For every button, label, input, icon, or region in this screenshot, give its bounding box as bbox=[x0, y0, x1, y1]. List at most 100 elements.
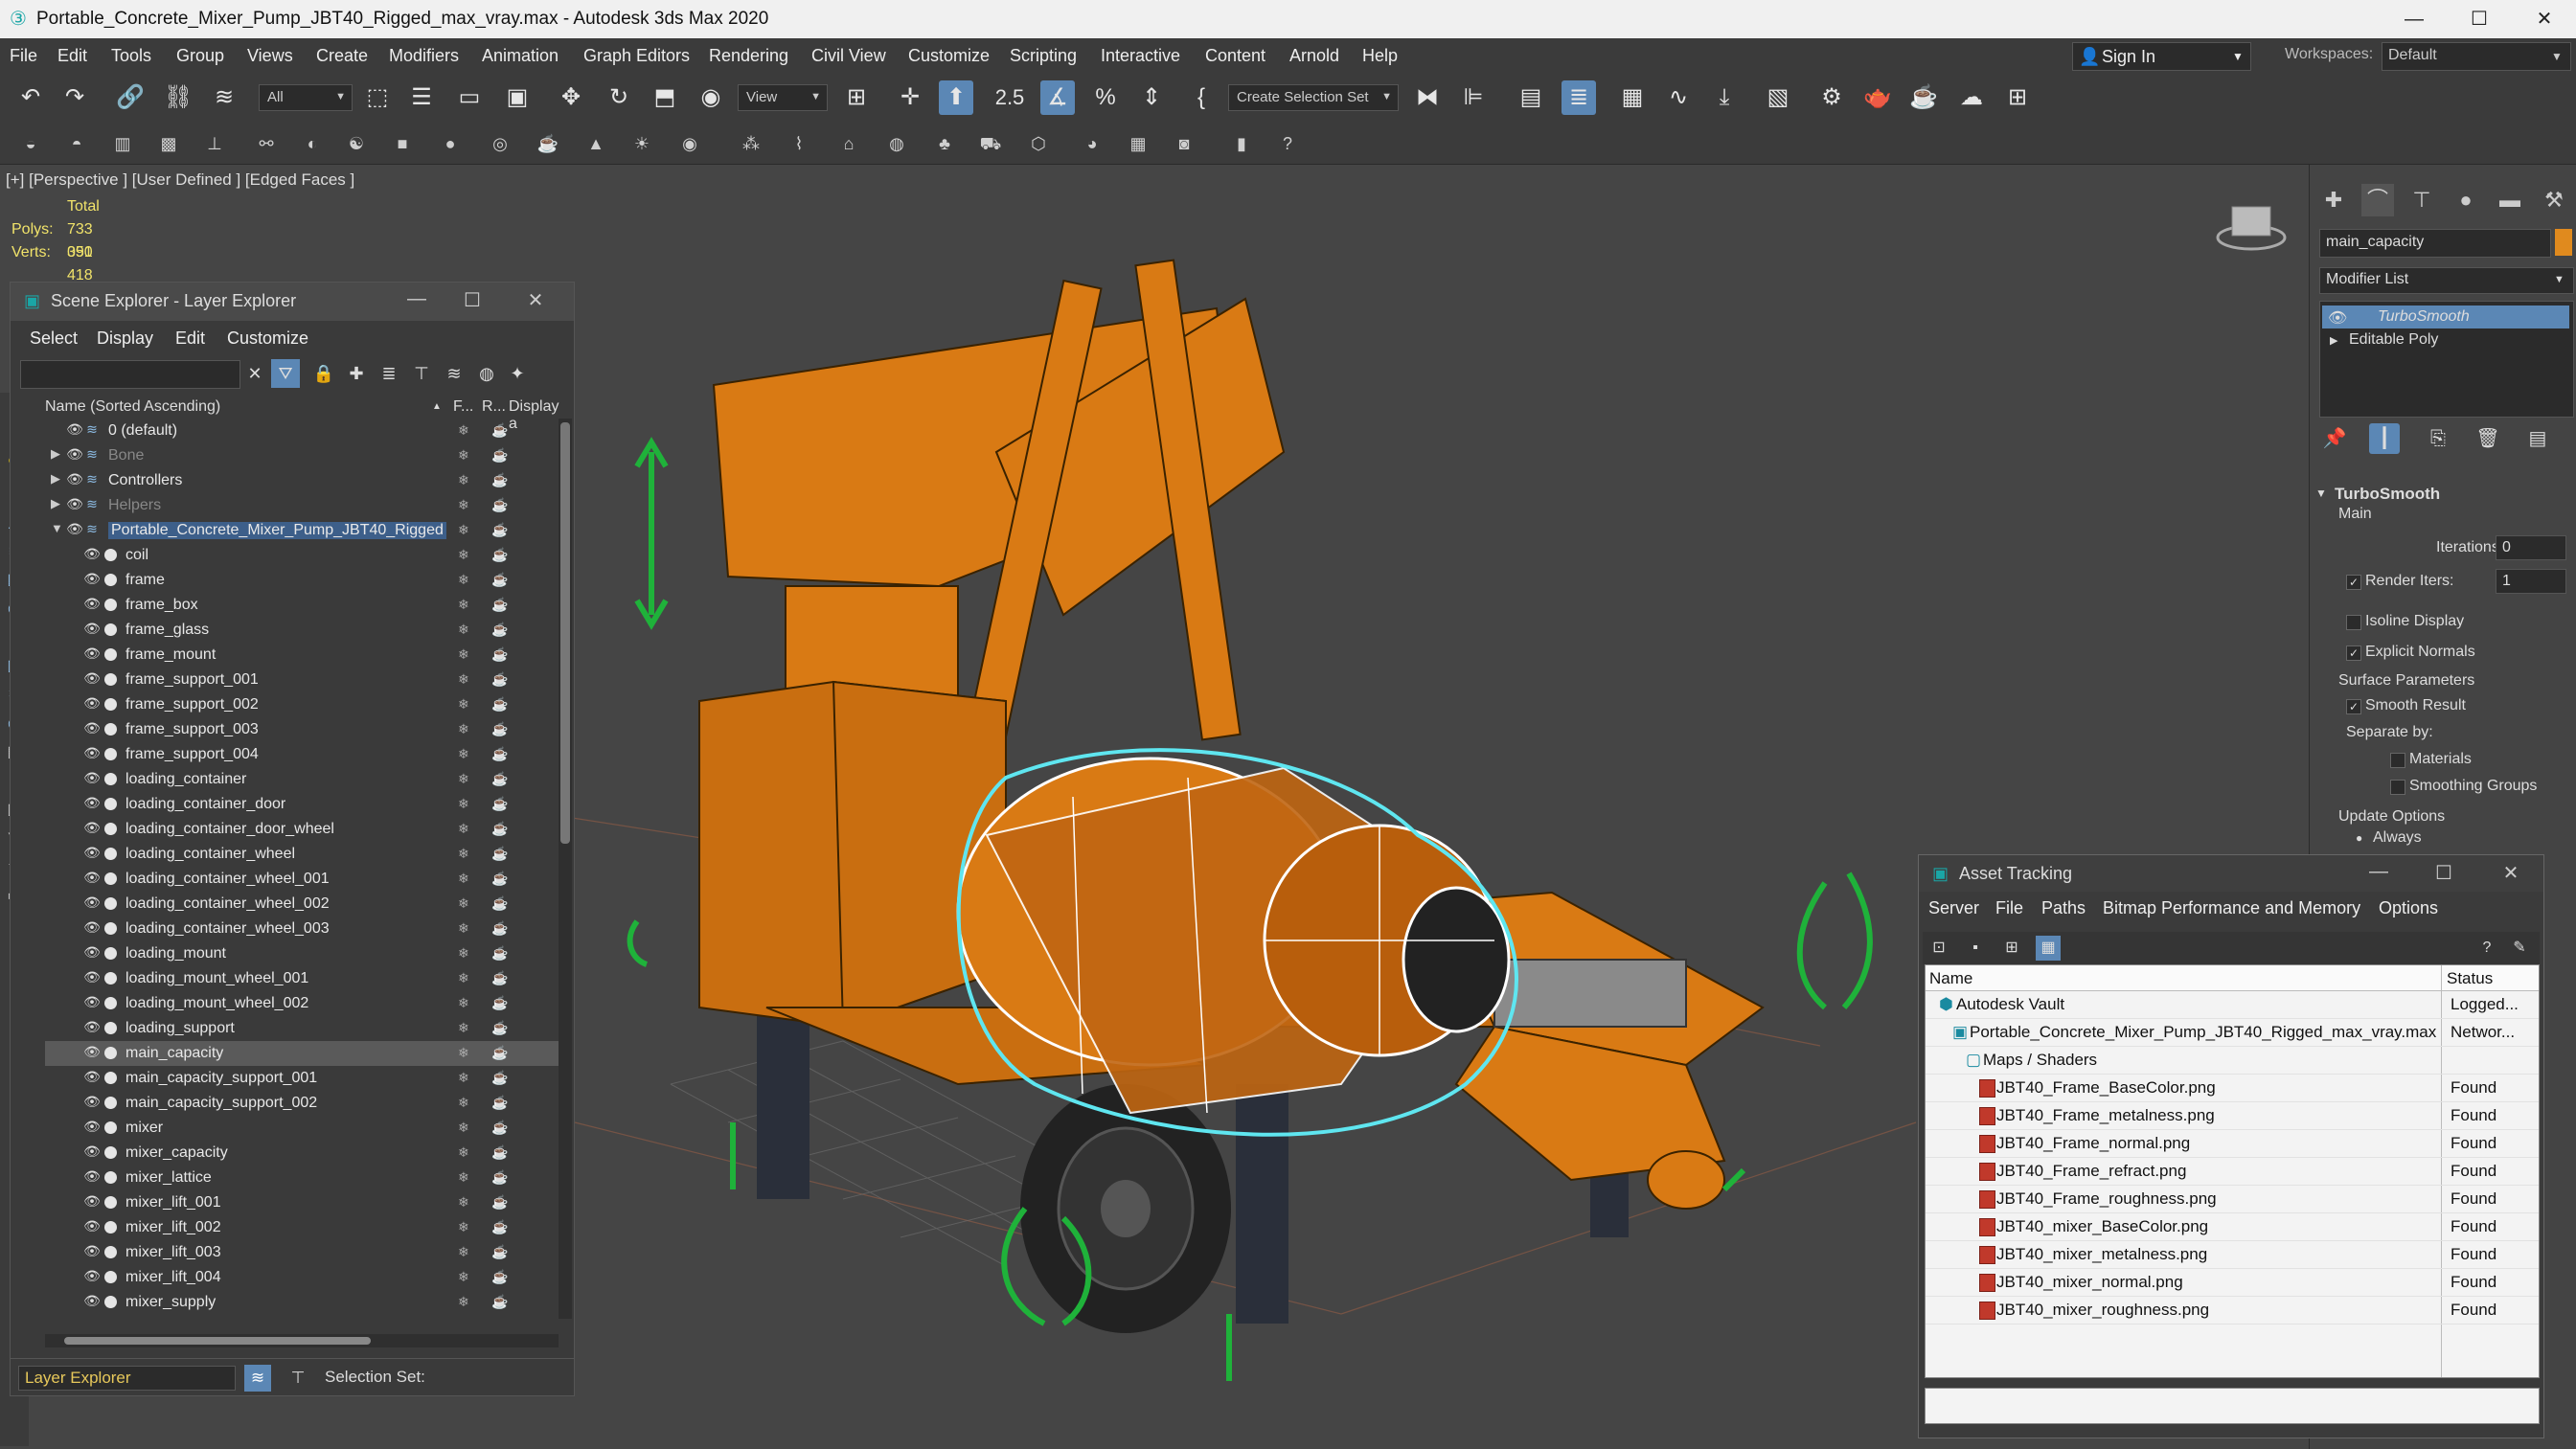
render-teapot-icon[interactable]: ☕ bbox=[491, 1095, 508, 1111]
clear-search-icon[interactable]: ✕ bbox=[240, 359, 269, 388]
mirror-icon[interactable]: ⧓ bbox=[1410, 80, 1445, 115]
eye-icon[interactable]: 👁 bbox=[83, 770, 101, 786]
toggle-ribbon-icon[interactable]: ▦ bbox=[1615, 80, 1650, 115]
eye-icon[interactable]: 👁 bbox=[83, 1193, 101, 1210]
render-teapot-icon[interactable]: ☕ bbox=[491, 671, 508, 688]
eye-icon[interactable]: 👁 bbox=[66, 471, 83, 487]
close-button[interactable]: ✕ bbox=[2516, 4, 2573, 34]
render-teapot-icon[interactable]: ☕ bbox=[491, 1144, 508, 1161]
freeze-icon[interactable]: ❄ bbox=[458, 1045, 469, 1061]
bind-space-warp-icon[interactable]: ≋ bbox=[207, 80, 241, 115]
asset-row[interactable]: JBT40_Frame_metalness.png Found bbox=[1926, 1101, 2539, 1130]
sign-in-dropdown[interactable]: 👤 Sign In ▼ bbox=[2072, 42, 2251, 71]
se-search-input[interactable] bbox=[20, 360, 240, 389]
column-render-header[interactable]: R... bbox=[482, 398, 506, 416]
eye-icon[interactable]: 👁 bbox=[83, 1143, 101, 1160]
named-selection-set-dropdown[interactable]: Create Selection Set ▼ bbox=[1228, 84, 1399, 111]
expand-icon[interactable]: ▼ bbox=[51, 521, 63, 535]
asset-row[interactable]: JBT40_Frame_normal.png Found bbox=[1926, 1129, 2539, 1158]
eye-icon[interactable]: 👁 bbox=[66, 446, 83, 463]
render-setup-icon[interactable]: ⚙ bbox=[1814, 80, 1849, 115]
render-teapot-icon[interactable]: ☕ bbox=[491, 945, 508, 962]
eye-icon[interactable]: 👁 bbox=[83, 1243, 101, 1259]
menu-interactive[interactable]: Interactive bbox=[1101, 46, 1180, 66]
eye-icon[interactable]: 👁 bbox=[83, 745, 101, 761]
freeze-icon[interactable]: ❄ bbox=[458, 821, 469, 837]
select-manipulate-icon[interactable]: ✛ bbox=[893, 80, 927, 115]
material-sphere-icon[interactable]: ◉ bbox=[676, 130, 703, 157]
smooth-result-checkbox[interactable]: ✓ bbox=[2346, 699, 2361, 714]
eye-icon[interactable]: 👁 bbox=[83, 1044, 101, 1060]
minimize-button[interactable]: — bbox=[2385, 4, 2443, 34]
object-row[interactable]: 👁 loading_mount_wheel_001 ❄ ☕ bbox=[45, 966, 562, 991]
light-icon[interactable]: ■ bbox=[389, 130, 416, 157]
render-teapot-icon[interactable]: ☕ bbox=[491, 1219, 508, 1235]
keyboard-shortcut-override-icon[interactable]: ⬆ bbox=[939, 80, 973, 115]
eye-icon[interactable]: 👁 bbox=[83, 1119, 101, 1135]
at-menu-server[interactable]: Server bbox=[1928, 898, 1979, 918]
name-column-header[interactable]: Name bbox=[1929, 969, 1972, 988]
viewport-shading-icon[interactable]: ◒ bbox=[17, 130, 44, 157]
object-row[interactable]: 👁 loading_container_wheel_002 ❄ ☕ bbox=[45, 892, 562, 917]
freeze-icon[interactable]: ❄ bbox=[458, 497, 469, 513]
smoothing-groups-checkbox[interactable] bbox=[2390, 780, 2405, 795]
hierarchy-tab-icon[interactable]: ⊤ bbox=[2405, 184, 2438, 216]
object-row[interactable]: 👁 mixer ❄ ☕ bbox=[45, 1116, 562, 1141]
asset-path-field[interactable] bbox=[1925, 1388, 2540, 1424]
unlink-icon[interactable]: ⛓ bbox=[161, 80, 195, 115]
cloth-icon[interactable]: ⌂ bbox=[835, 130, 862, 157]
object-row[interactable]: 👁 mixer_supply ❄ ☕ bbox=[45, 1290, 562, 1315]
a360-gallery-icon[interactable]: ⊞ bbox=[2000, 80, 2035, 115]
freeze-icon[interactable]: ❄ bbox=[458, 945, 469, 962]
freeze-icon[interactable]: ❄ bbox=[458, 1120, 469, 1136]
teapot-icon[interactable]: ◓ bbox=[63, 130, 90, 157]
object-color-swatch[interactable] bbox=[2555, 229, 2572, 256]
rectangular-selection-icon[interactable]: ▭ bbox=[452, 80, 487, 115]
render-teapot-icon[interactable]: ☕ bbox=[491, 920, 508, 937]
render-teapot-icon[interactable]: ☕ bbox=[491, 646, 508, 663]
eye-icon[interactable]: 👁 bbox=[83, 870, 101, 886]
object-row[interactable]: 👁 loading_container_wheel ❄ ☕ bbox=[45, 842, 562, 867]
torus-icon[interactable]: ◎ bbox=[487, 130, 513, 157]
render-teapot-icon[interactable]: ☕ bbox=[491, 1169, 508, 1186]
toggle-scene-explorer-icon[interactable]: ≣ bbox=[1562, 80, 1596, 115]
column-name-header[interactable]: Name (Sorted Ascending) bbox=[45, 398, 220, 416]
vray-settings-icon[interactable]: ▮ bbox=[1228, 130, 1255, 157]
help-icon[interactable]: ? bbox=[1274, 130, 1301, 157]
minimize-icon[interactable]: — bbox=[2359, 861, 2398, 883]
axis-icon[interactable]: ⊥ bbox=[201, 130, 228, 157]
object-row[interactable]: 👁 mixer_lift_002 ❄ ☕ bbox=[45, 1215, 562, 1240]
render-teapot-icon[interactable]: ☕ bbox=[491, 472, 508, 488]
configure-modifier-sets-icon[interactable]: ▤ bbox=[2522, 423, 2553, 454]
lock-icon[interactable]: 🔒 bbox=[309, 359, 338, 388]
select-object-icon[interactable]: ⬚ bbox=[360, 80, 395, 115]
render-teapot-icon[interactable]: ☕ bbox=[491, 821, 508, 837]
asset-row[interactable]: ⬢ Autodesk Vault Logged... bbox=[1926, 990, 2539, 1019]
freeze-icon[interactable]: ❄ bbox=[458, 1219, 469, 1235]
menu-views[interactable]: Views bbox=[247, 46, 293, 66]
eye-icon[interactable]: 👁 bbox=[83, 720, 101, 736]
object-row[interactable]: 👁 coil ❄ ☕ bbox=[45, 543, 562, 568]
edit-named-selection-icon[interactable]: { bbox=[1184, 80, 1219, 115]
menu-animation[interactable]: Animation bbox=[482, 46, 559, 66]
asset-row[interactable]: JBT40_mixer_metalness.png Found bbox=[1926, 1240, 2539, 1269]
render-teapot-icon[interactable]: ☕ bbox=[491, 895, 508, 912]
object-row[interactable]: 👁 frame_mount ❄ ☕ bbox=[45, 643, 562, 668]
cone-icon[interactable]: ▲ bbox=[582, 130, 609, 157]
rotate-icon[interactable]: ↻ bbox=[602, 80, 636, 115]
object-name-field[interactable]: main_capacity bbox=[2319, 229, 2551, 258]
scale-icon[interactable]: ⬒ bbox=[648, 80, 682, 115]
freeze-icon[interactable]: ❄ bbox=[458, 622, 469, 638]
asset-row[interactable]: ▢ Maps / Shaders bbox=[1926, 1046, 2539, 1075]
close-icon[interactable]: ✕ bbox=[516, 288, 555, 312]
freeze-icon[interactable]: ❄ bbox=[458, 422, 469, 439]
layer-row[interactable]: ▶ 👁 ≋ Bone ❄ ☕ bbox=[45, 443, 562, 468]
hair-icon[interactable]: ⌇ bbox=[786, 130, 812, 157]
vehicle-icon[interactable]: ⛟ bbox=[977, 130, 1004, 157]
menu-file[interactable]: File bbox=[10, 46, 37, 66]
eye-icon[interactable]: 👁 bbox=[83, 1268, 101, 1284]
asset-row[interactable]: JBT40_Frame_BaseColor.png Found bbox=[1926, 1074, 2539, 1102]
render-teapot-icon[interactable]: ☕ bbox=[491, 746, 508, 762]
rollout-collapse-icon[interactable]: ▼ bbox=[2315, 487, 2327, 500]
eye-icon[interactable]: 👁 bbox=[2328, 308, 2347, 328]
